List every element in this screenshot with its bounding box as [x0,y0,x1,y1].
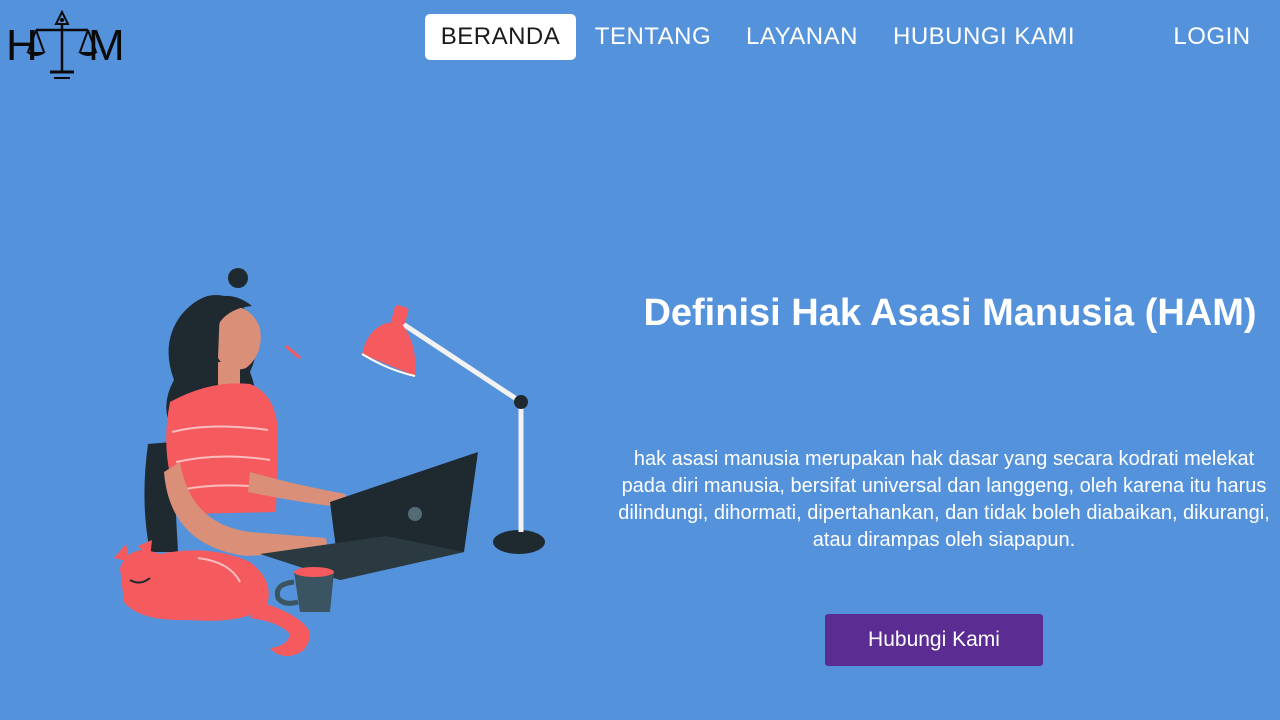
nav-hubungi-kami[interactable]: HUBUNGI KAMI [884,14,1084,60]
hero-description: hak asasi manusia merupakan hak dasar ya… [618,448,1270,551]
hero-title: Definisi Hak Asasi Manusia (HAM) [643,292,1257,334]
woman-working-on-laptop-illustration [100,262,560,662]
nav-tentang[interactable]: TENTANG [584,14,722,60]
nav-layanan[interactable]: LAYANAN [732,14,872,60]
nav-beranda[interactable]: BERANDA [425,14,576,60]
contact-us-button[interactable]: Hubungi Kami [825,614,1043,666]
nav-login[interactable]: LOGIN [1160,14,1264,60]
main-nav: BERANDA TENTANG LAYANAN HUBUNGI KAMI LOG… [0,14,1280,60]
